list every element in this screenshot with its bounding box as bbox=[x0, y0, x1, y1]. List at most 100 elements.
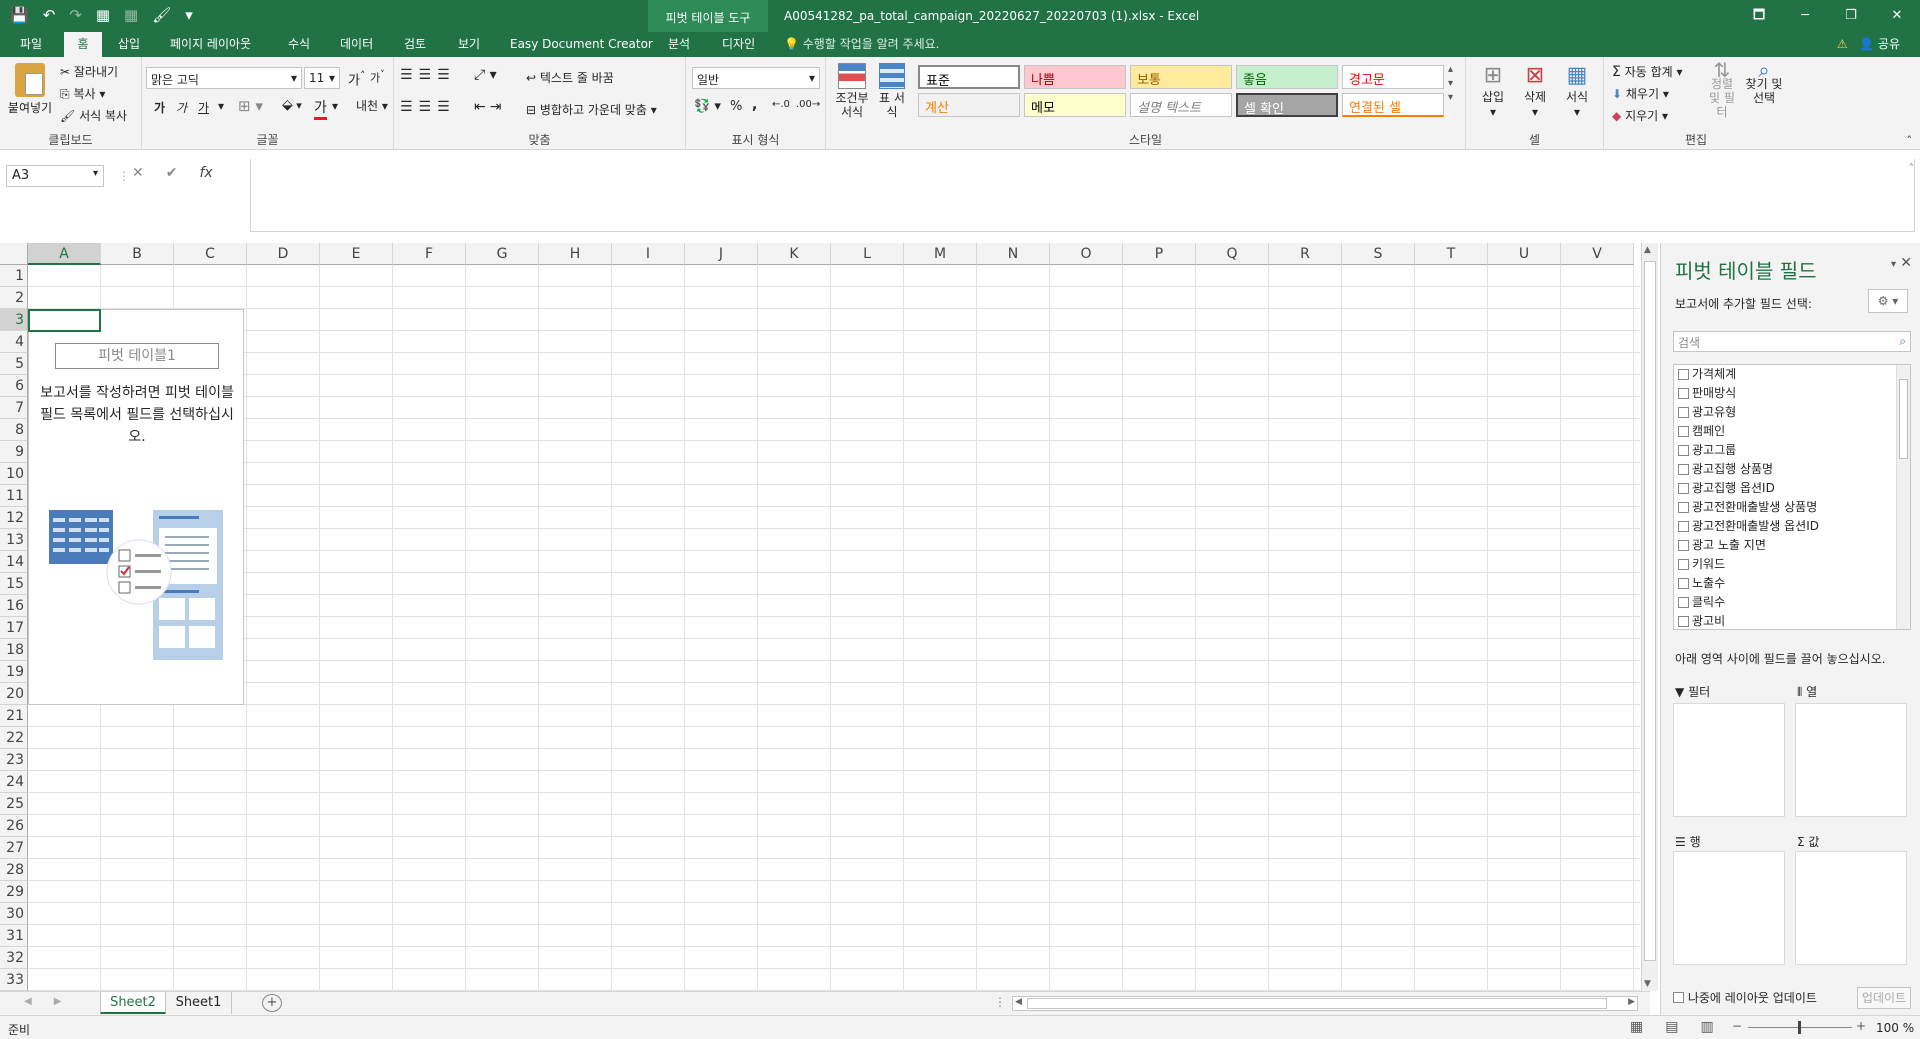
column-header-f[interactable]: F bbox=[393, 243, 466, 265]
field-list-item[interactable]: 캠페인 bbox=[1674, 422, 1910, 441]
cell-style-item[interactable]: 메모 bbox=[1024, 93, 1126, 117]
gallery-scroll[interactable]: ▴ ▾ ▾ bbox=[1448, 63, 1453, 105]
row-header-24[interactable]: 24 bbox=[0, 771, 28, 793]
column-header-d[interactable]: D bbox=[247, 243, 320, 265]
tab-insert[interactable]: 삽입 bbox=[110, 32, 148, 57]
expand-formula-icon[interactable]: ˄ bbox=[1909, 163, 1914, 174]
column-header-o[interactable]: O bbox=[1050, 243, 1123, 265]
row-header-32[interactable]: 32 bbox=[0, 947, 28, 969]
currency-icon[interactable]: 💱 ▾ bbox=[694, 99, 721, 114]
select-all-corner[interactable] bbox=[0, 243, 28, 265]
row-header-16[interactable]: 16 bbox=[0, 595, 28, 617]
conditional-formatting-button[interactable]: 조건부 서식 bbox=[834, 63, 870, 119]
add-sheet-button[interactable]: + bbox=[262, 994, 282, 1012]
worksheet-grid[interactable]: 피벗 테이블1 보고서를 작성하려면 피벗 테이블 필드 목록에서 필드를 선택… bbox=[0, 243, 1650, 991]
column-header-g[interactable]: G bbox=[466, 243, 539, 265]
tab-view[interactable]: 보기 bbox=[450, 32, 488, 57]
field-checkbox[interactable] bbox=[1678, 445, 1689, 456]
horizontal-scrollbar[interactable]: ◀ ▶ bbox=[1012, 996, 1638, 1011]
fill-color-icon[interactable]: ⬙ ▾ bbox=[282, 97, 302, 113]
scroll-up-icon[interactable]: ▲ bbox=[1644, 245, 1651, 255]
field-checkbox[interactable] bbox=[1678, 464, 1689, 475]
update-button[interactable]: 업데이트 bbox=[1857, 987, 1911, 1009]
field-checkbox[interactable] bbox=[1678, 369, 1689, 380]
columns-drop-area[interactable] bbox=[1795, 703, 1907, 817]
active-cell-a3[interactable] bbox=[28, 309, 101, 332]
zoom-thumb[interactable] bbox=[1798, 1021, 1801, 1034]
minimize-button[interactable]: ─ bbox=[1782, 0, 1828, 32]
close-button[interactable]: ✕ bbox=[1874, 0, 1920, 32]
row-header-9[interactable]: 9 bbox=[0, 441, 28, 463]
row-header-17[interactable]: 17 bbox=[0, 617, 28, 639]
tab-review[interactable]: 검토 bbox=[396, 32, 434, 57]
font-size-select[interactable]: 11 ▾ bbox=[304, 67, 340, 89]
row-header-28[interactable]: 28 bbox=[0, 859, 28, 881]
insert-function-icon[interactable]: fx bbox=[199, 165, 212, 181]
wrap-text-button[interactable]: ↩ 텍스트 줄 바꿈 bbox=[526, 69, 614, 86]
redo-icon[interactable]: ↷ bbox=[69, 6, 82, 24]
row-header-4[interactable]: 4 bbox=[0, 331, 28, 353]
scroll-down-icon[interactable]: ▼ bbox=[1644, 979, 1651, 989]
view-mode-icons[interactable]: ▦▤▥ bbox=[1630, 1019, 1736, 1035]
border-icon[interactable]: ⊞ ▾ bbox=[238, 97, 263, 115]
filter-drop-area[interactable] bbox=[1673, 703, 1785, 817]
column-header-s[interactable]: S bbox=[1342, 243, 1415, 265]
pivot-table-placeholder[interactable]: 피벗 테이블1 보고서를 작성하려면 피벗 테이블 필드 목록에서 필드를 선택… bbox=[28, 309, 244, 705]
column-header-j[interactable]: J bbox=[685, 243, 758, 265]
row-header-11[interactable]: 11 bbox=[0, 485, 28, 507]
number-format-select[interactable]: 일반 ▾ bbox=[692, 67, 820, 89]
pane-options-icon[interactable]: ▾ bbox=[1891, 259, 1896, 270]
column-header-k[interactable]: K bbox=[758, 243, 831, 265]
format-as-table-button[interactable]: 표 서식 bbox=[876, 63, 908, 119]
formula-input[interactable] bbox=[250, 159, 1915, 232]
row-header-14[interactable]: 14 bbox=[0, 551, 28, 573]
column-header-q[interactable]: Q bbox=[1196, 243, 1269, 265]
column-header-v[interactable]: V bbox=[1561, 243, 1634, 265]
column-header-n[interactable]: N bbox=[977, 243, 1050, 265]
row-header-1[interactable]: 1 bbox=[0, 265, 28, 287]
grow-font-button[interactable]: 가˄ bbox=[348, 69, 365, 88]
row-header-23[interactable]: 23 bbox=[0, 749, 28, 771]
row-header-20[interactable]: 20 bbox=[0, 683, 28, 705]
field-search-input[interactable]: 검색 ⌕ bbox=[1673, 331, 1911, 352]
field-list-item[interactable]: 노출수 bbox=[1674, 574, 1910, 593]
row-header-30[interactable]: 30 bbox=[0, 903, 28, 925]
column-header-h[interactable]: H bbox=[539, 243, 612, 265]
field-checkbox[interactable] bbox=[1678, 502, 1689, 513]
row-header-25[interactable]: 25 bbox=[0, 793, 28, 815]
undo-icon[interactable]: ↶ bbox=[43, 6, 56, 24]
sheet-nav-icons[interactable]: ◀▶ bbox=[24, 996, 83, 1007]
save-icon[interactable]: 💾 bbox=[10, 6, 29, 24]
row-header-3[interactable]: 3 bbox=[0, 309, 28, 331]
scroll-thumb[interactable] bbox=[1899, 379, 1908, 459]
row-header-22[interactable]: 22 bbox=[0, 727, 28, 749]
format-cells-button[interactable]: ▦ 서식 ▾ bbox=[1562, 63, 1592, 119]
comma-button[interactable]: , bbox=[752, 97, 757, 113]
paste-button[interactable]: 붙여넣기 bbox=[6, 63, 54, 116]
cell-style-item[interactable]: 보통 bbox=[1130, 65, 1232, 89]
sort-filter-button[interactable]: ⇅ 정렬 및 필터 bbox=[1704, 60, 1740, 119]
vertical-scrollbar[interactable]: ▲ ▼ bbox=[1641, 243, 1658, 991]
field-checkbox[interactable] bbox=[1678, 597, 1689, 608]
field-list-item[interactable]: 광고 노출 지면 bbox=[1674, 536, 1910, 555]
column-header-p[interactable]: P bbox=[1123, 243, 1196, 265]
vertical-align-icons[interactable]: ☰☰☰ bbox=[400, 67, 456, 83]
field-checkbox[interactable] bbox=[1678, 540, 1689, 551]
decimal-increase-icon[interactable]: ←.0 bbox=[772, 99, 790, 110]
field-list-item[interactable]: 광고집행 상품명 bbox=[1674, 460, 1910, 479]
field-list-item[interactable]: 광고집행 옵션ID bbox=[1674, 479, 1910, 498]
tab-home[interactable]: 홈 bbox=[64, 32, 102, 57]
row-header-10[interactable]: 10 bbox=[0, 463, 28, 485]
fill-button[interactable]: ⬇ 채우기 ▾ bbox=[1612, 85, 1669, 102]
field-list-item[interactable]: 광고비 bbox=[1674, 612, 1910, 629]
row-header-15[interactable]: 15 bbox=[0, 573, 28, 595]
brush-icon[interactable]: 🖌 bbox=[152, 6, 171, 24]
row-header-2[interactable]: 2 bbox=[0, 287, 28, 309]
zoom-level[interactable]: 100 % bbox=[1876, 1021, 1914, 1035]
tab-file[interactable]: 파일 bbox=[12, 32, 50, 57]
cell-style-item[interactable]: 설명 텍스트 bbox=[1130, 93, 1232, 117]
autosum-button[interactable]: Σ 자동 합계 ▾ bbox=[1612, 63, 1683, 80]
underline-dropdown[interactable]: ▾ bbox=[218, 99, 224, 113]
field-checkbox[interactable] bbox=[1678, 616, 1689, 627]
decimal-decrease-icon[interactable]: .00→ bbox=[796, 99, 820, 110]
